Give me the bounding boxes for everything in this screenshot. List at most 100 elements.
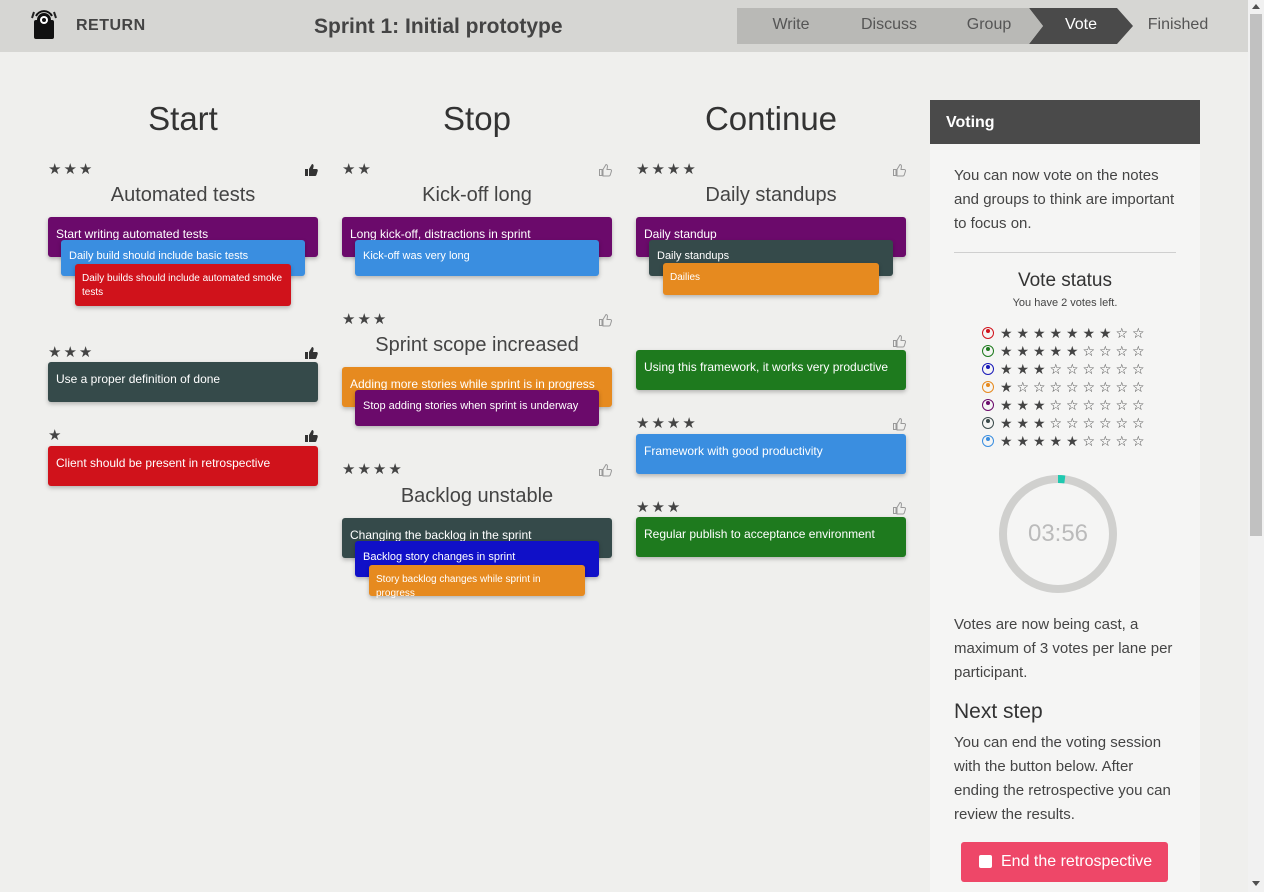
star-filled-icon: ★: [1049, 325, 1063, 341]
vote-status-row: ★ ★ ★ ★ ★ ★ ★ ☆ ☆: [982, 324, 1147, 342]
scroll-down-icon[interactable]: [1252, 881, 1260, 886]
star-filled-icon: ★: [1065, 325, 1079, 341]
page-scrollbar[interactable]: [1248, 0, 1264, 892]
thumbs-up-outline-icon[interactable]: [892, 163, 906, 177]
vote-status-row: ★ ★ ★ ☆ ☆ ☆ ☆ ☆ ☆: [982, 396, 1147, 414]
star-filled-icon: ★: [999, 397, 1013, 413]
star-filled-icon: ★: [1032, 415, 1046, 431]
star-empty-icon: ☆: [1131, 397, 1145, 413]
star-empty-icon: ☆: [1049, 361, 1063, 377]
star-filled-icon: ★: [999, 343, 1013, 359]
star-empty-icon: ☆: [1131, 379, 1145, 395]
star-empty-icon: ☆: [1098, 397, 1112, 413]
star-filled-icon: ★: [1032, 343, 1046, 359]
step-finished[interactable]: Finished: [1133, 8, 1223, 44]
star-filled-icon: ★: [1016, 325, 1030, 341]
star-empty-icon: ☆: [1115, 397, 1129, 413]
star-empty-icon: ☆: [1098, 415, 1112, 431]
star-empty-icon: ☆: [1016, 379, 1030, 395]
step-vote[interactable]: Vote: [1033, 8, 1129, 44]
star-empty-icon: ☆: [1049, 379, 1063, 395]
note-card[interactable]: Story backlog changes while sprint in pr…: [369, 565, 585, 599]
thumbs-up-outline-icon[interactable]: [892, 334, 906, 348]
star-filled-icon: ★: [1082, 325, 1096, 341]
votes-left: You have 2 votes left.: [1012, 297, 1118, 309]
vote-status-row: ★ ★ ★ ☆ ☆ ☆ ☆ ☆ ☆: [982, 414, 1147, 432]
thumbs-up-filled-icon[interactable]: [304, 163, 318, 177]
star-filled-icon: ★: [1032, 397, 1046, 413]
end-retrospective-button[interactable]: End the retrospective: [961, 842, 1168, 882]
note-card[interactable]: Dailies: [663, 263, 879, 295]
star-filled-icon: ★: [1016, 397, 1030, 413]
user-icon: [982, 327, 994, 339]
group-stars: ★★: [342, 161, 373, 178]
group-stars: ★: [48, 427, 64, 444]
end-retrospective-label: End the retrospective: [1001, 853, 1153, 870]
vote-status-row: ★ ☆ ☆ ☆ ☆ ☆ ☆ ☆ ☆: [982, 378, 1147, 396]
thumbs-up-filled-icon[interactable]: [304, 429, 318, 443]
group-title: Backlog unstable: [400, 485, 554, 507]
note-card[interactable]: Framework with good productivity: [636, 434, 906, 474]
star-empty-icon: ☆: [1131, 343, 1145, 359]
note-card[interactable]: Daily builds should include automated sm…: [75, 264, 291, 306]
group-stars: ★★★: [636, 499, 683, 516]
return-button[interactable]: RETURN: [76, 17, 146, 35]
thumbs-up-filled-icon[interactable]: [304, 346, 318, 360]
thumbs-up-outline-icon[interactable]: [598, 463, 612, 477]
note-card[interactable]: Regular publish to acceptance environmen…: [636, 517, 906, 557]
star-empty-icon: ☆: [1131, 433, 1145, 449]
note-card[interactable]: Stop adding stories when sprint is under…: [355, 390, 599, 426]
group-stars: ★★★★: [342, 461, 404, 478]
star-filled-icon: ★: [1065, 343, 1079, 359]
thumbs-up-outline-icon[interactable]: [598, 313, 612, 327]
user-icon: [982, 417, 994, 429]
group-stars: ★★★★: [636, 415, 698, 432]
star-empty-icon: ☆: [1098, 361, 1112, 377]
next-step-text: You can end the voting session with the …: [954, 734, 1171, 823]
step-progress: Write Discuss Group Vote Finished: [737, 8, 1247, 44]
star-filled-icon: ★: [1049, 343, 1063, 359]
note-card[interactable]: Using this framework, it works very prod…: [636, 350, 906, 390]
note-card[interactable]: Use a proper definition of done: [48, 362, 318, 402]
note-card[interactable]: Kick-off was very long: [355, 240, 599, 276]
star-empty-icon: ☆: [1098, 379, 1112, 395]
group-title: Kick-off long: [422, 184, 532, 206]
star-empty-icon: ☆: [1049, 415, 1063, 431]
thumbs-up-outline-icon[interactable]: [892, 417, 906, 431]
user-icon: [982, 345, 994, 357]
lane-title-start: Start: [148, 100, 218, 137]
star-empty-icon: ☆: [1065, 415, 1079, 431]
star-filled-icon: ★: [999, 379, 1013, 395]
page-title: Sprint 1: Initial prototype: [314, 15, 563, 38]
star-empty-icon: ☆: [1115, 433, 1129, 449]
star-empty-icon: ☆: [1115, 361, 1129, 377]
step-discuss[interactable]: Discuss: [841, 8, 937, 44]
star-empty-icon: ☆: [1049, 397, 1063, 413]
scroll-up-icon[interactable]: [1252, 4, 1260, 9]
star-filled-icon: ★: [999, 433, 1013, 449]
thumbs-up-outline-icon[interactable]: [892, 501, 906, 515]
star-empty-icon: ☆: [1115, 325, 1129, 341]
star-filled-icon: ★: [1016, 343, 1030, 359]
user-icon: [982, 435, 994, 447]
star-empty-icon: ☆: [1032, 379, 1046, 395]
lane-title-stop: Stop: [443, 100, 511, 137]
lane-title-continue: Continue: [704, 100, 838, 137]
star-filled-icon: ★: [1049, 433, 1063, 449]
step-group[interactable]: Group: [941, 8, 1037, 44]
star-empty-icon: ☆: [1098, 433, 1112, 449]
thumbs-up-outline-icon[interactable]: [598, 163, 612, 177]
user-icon: [982, 381, 994, 393]
retro-logo-icon[interactable]: [30, 10, 58, 40]
star-empty-icon: ☆: [1082, 361, 1096, 377]
step-write[interactable]: Write: [737, 8, 845, 44]
star-empty-icon: ☆: [1082, 379, 1096, 395]
vote-status-row: ★ ★ ★ ☆ ☆ ☆ ☆ ☆ ☆: [982, 360, 1147, 378]
star-filled-icon: ★: [1032, 433, 1046, 449]
star-filled-icon: ★: [1016, 415, 1030, 431]
scroll-thumb[interactable]: [1250, 14, 1262, 536]
star-empty-icon: ☆: [1065, 379, 1079, 395]
note-card[interactable]: Client should be present in retrospectiv…: [48, 446, 318, 486]
star-empty-icon: ☆: [1115, 379, 1129, 395]
star-empty-icon: ☆: [1115, 415, 1129, 431]
